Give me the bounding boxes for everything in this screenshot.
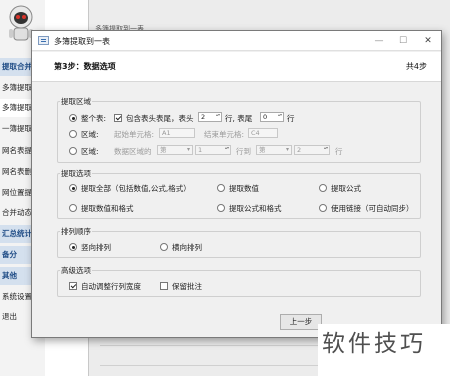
arrange-label: 排列顺序 xyxy=(60,226,92,237)
extract-dialog: 多簿提取到一表 — ☐ ✕ 第3步：数据选项 共4步 提取区域 整个表: 包含表… xyxy=(31,30,442,338)
region2-label: 区域: xyxy=(81,147,99,156)
option-formulas-format-label: 提取公式和格式 xyxy=(229,204,282,213)
extract-range-label: 提取区域 xyxy=(60,96,92,107)
watermark: 软件技巧 xyxy=(318,324,450,376)
include-header-label: 包含表头表尾，表头 xyxy=(126,114,194,123)
end-cell-input[interactable]: C4 xyxy=(248,128,278,138)
whole-table-label: 整个表: xyxy=(81,114,107,123)
vertical-arrange-label: 竖向排列 xyxy=(81,243,111,252)
arrange-group xyxy=(57,231,421,258)
region-label: 区域: xyxy=(81,130,99,139)
start-cell-label: 起始单元格: xyxy=(114,130,155,139)
option-link-label: 使用链接（可自动同步） xyxy=(331,204,414,213)
keep-comments-checkbox[interactable] xyxy=(160,282,168,290)
rows-tail-label: 行, 表尾 xyxy=(225,114,253,123)
option-link-radio[interactable] xyxy=(319,204,327,212)
option-values-format-radio[interactable] xyxy=(69,204,77,212)
start-row-combo[interactable]: 第 xyxy=(157,145,193,155)
prev-step-button[interactable]: 上一步 xyxy=(280,314,322,330)
close-icon[interactable]: ✕ xyxy=(420,34,436,48)
keep-comments-label: 保留批注 xyxy=(172,282,202,291)
option-formulas-label: 提取公式 xyxy=(331,184,361,193)
include-header-checkbox[interactable] xyxy=(114,114,122,122)
whole-table-radio[interactable] xyxy=(69,114,77,122)
horizontal-arrange-label: 横向排列 xyxy=(172,243,202,252)
start-cell-input[interactable]: A1 xyxy=(159,128,195,138)
horizontal-arrange-radio[interactable] xyxy=(160,243,168,251)
option-formulas-radio[interactable] xyxy=(319,184,327,192)
auto-width-checkbox[interactable] xyxy=(69,282,77,290)
extract-options-label: 提取选项 xyxy=(60,168,92,179)
row-label: 行 xyxy=(335,147,343,156)
vertical-arrange-radio[interactable] xyxy=(69,243,77,251)
option-values-format-label: 提取数值和格式 xyxy=(81,204,134,213)
option-extract-all-radio[interactable] xyxy=(69,184,77,192)
region-radio[interactable] xyxy=(69,130,77,138)
option-values-radio[interactable] xyxy=(217,184,225,192)
end-row-spinner[interactable]: 2 xyxy=(294,145,330,155)
row-to-label: 行到 xyxy=(236,147,251,156)
step-header: 第3步：数据选项 共4步 xyxy=(32,52,441,82)
start-row-spinner[interactable]: 1 xyxy=(195,145,231,155)
auto-width-label: 自动调整行列宽度 xyxy=(81,282,141,291)
option-values-label: 提取数值 xyxy=(229,184,259,193)
advanced-label: 高级选项 xyxy=(60,265,92,276)
data-region-label: 数据区域的 xyxy=(114,147,152,156)
end-row-combo[interactable]: 第 xyxy=(256,145,292,155)
tail-rows-spinner[interactable]: 0 xyxy=(260,112,284,122)
dialog-title: 多簿提取到一表 xyxy=(54,37,110,46)
option-extract-all-label: 提取全部（包括数值,公式,格式） xyxy=(81,184,191,193)
region2-radio[interactable] xyxy=(69,147,77,155)
step-count: 共4步 xyxy=(405,62,427,71)
maximize-icon[interactable]: ☐ xyxy=(395,34,411,48)
window-icon xyxy=(38,36,49,45)
step-title: 第3步：数据选项 xyxy=(54,62,116,71)
rows-end-label: 行 xyxy=(287,114,295,123)
option-formulas-format-radio[interactable] xyxy=(217,204,225,212)
header-rows-spinner[interactable]: 2 xyxy=(198,112,222,122)
minimize-icon[interactable]: — xyxy=(371,34,387,48)
dialog-titlebar: 多簿提取到一表 — ☐ ✕ xyxy=(32,31,441,51)
end-cell-label: 结束单元格: xyxy=(204,130,245,139)
